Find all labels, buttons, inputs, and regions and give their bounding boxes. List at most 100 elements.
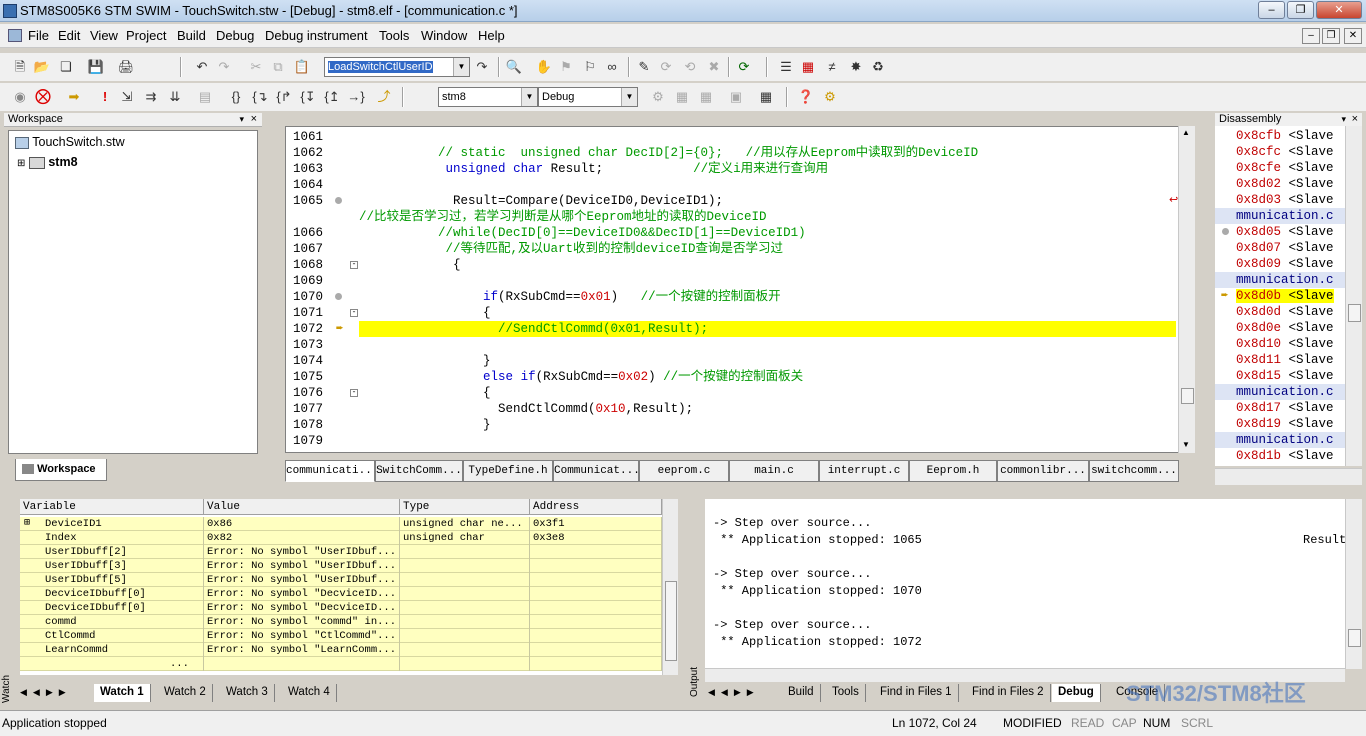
watch-row[interactable]: ... [20,657,662,671]
build-icon[interactable]: ▦ [798,57,818,77]
redo-icon[interactable]: ↷ [214,57,234,77]
disasm-view-icon[interactable]: ▤ [195,87,215,107]
function-combo[interactable]: LoadSwitchCtlUserID ▼ [324,57,470,77]
reset-icon[interactable]: ⇲ [117,87,137,107]
chip-icon[interactable]: ▦ [756,87,776,107]
watch-scroll-thumb[interactable] [665,581,677,661]
code-line[interactable]: 1070 if(RxSubCmd==0x01) //一个按键的控制面板开 [286,289,1176,305]
disasm-line[interactable]: 0x8d19 <Slave [1215,416,1345,432]
watch-row[interactable]: DecviceIDbuff[0] Error: No symbol "Decvic… [20,601,662,615]
watch-column-header[interactable]: Type [400,499,530,515]
undo-icon[interactable]: ↶ [192,57,212,77]
disasm-line[interactable]: 0x8cfc <Slave [1215,144,1345,160]
new-file-icon[interactable]: 🗎 [10,57,30,77]
tree-project[interactable]: ⊞ stm8 [17,155,78,169]
disassembly-scrollbar[interactable] [1345,126,1362,466]
disasm-line[interactable]: 0x8d03 <Slave [1215,192,1345,208]
menu-debug-instrument[interactable]: Debug instrument [265,28,368,43]
run-to-cursor-icon[interactable]: ➡ [64,87,84,107]
bookmark-icon[interactable]: ⚐ [580,57,600,77]
step-over-asm-icon[interactable]: {↥ [322,87,342,107]
editor-tab[interactable]: main.c [729,460,819,482]
disasm-line[interactable]: 0x8d17 <Slave [1215,400,1345,416]
menu-view[interactable]: View [90,28,118,43]
watch-tab[interactable]: Watch 2 [158,684,213,702]
config-combo[interactable]: Debug ▼ [538,87,638,107]
watch-row[interactable]: DeviceID1 0x86 unsigned char ne... 0x3f1 ⊞ [20,517,662,531]
editor-tab[interactable]: switchcomm... [1089,460,1179,482]
find-in-files-icon[interactable]: 🔍 [504,57,524,77]
output-tab-nav[interactable]: ◀◀▶▶ [708,684,778,700]
editor-tab[interactable]: SwitchComm... [375,460,463,482]
start-debug-icon[interactable]: ◉ [10,87,30,107]
watch-tab[interactable]: Watch 3 [220,684,275,702]
glasses-icon[interactable]: ∞ [602,57,622,77]
mdi-restore-button[interactable]: ❐ [1322,28,1340,44]
mdi-close-button[interactable]: ✕ [1344,28,1362,44]
peripherals-icon[interactable]: ▦ [696,87,716,107]
watch-row[interactable]: DecviceIDbuff[0] Error: No symbol "Decvic… [20,587,662,601]
copy-icon[interactable]: ⧉ [268,57,288,77]
watch-row[interactable]: commd Error: No symbol "commd" in... [20,615,662,629]
menu-project[interactable]: Project [126,28,166,43]
disasm-line[interactable]: mmunication.c [1215,272,1345,288]
code-line[interactable]: 1076- { [286,385,1176,401]
code-line[interactable]: 1067 //等待匹配,及以Uart收到的控制deviceID查询是否学习过 [286,241,1176,257]
disassembly-view[interactable]: 0x8cfb <Slave 0x8cfc <Slave 0x8cfe <Slave 0… [1215,126,1345,466]
editor-scrollbar[interactable]: ▲ ▼ [1178,126,1195,453]
disasm-line[interactable]: 0x8d11 <Slave [1215,352,1345,368]
goto-function-icon[interactable]: ↷ [472,57,492,77]
watch-row[interactable]: UserIDbuff[2] Error: No symbol "UserIDbuf… [20,545,662,559]
stop-debug-icon[interactable]: ⨂ [33,87,53,107]
compile-icon[interactable]: ☰ [776,57,796,77]
new-window-icon[interactable]: ❏ [56,57,76,77]
paste-icon[interactable]: 📋 [292,57,312,77]
menu-edit[interactable]: Edit [58,28,80,43]
break-icon[interactable]: ! [95,87,115,107]
prev-mark-icon[interactable]: ⟲ [680,57,700,77]
continue-icon[interactable]: ⇉ [141,87,161,107]
close-icon[interactable]: × [1352,113,1358,126]
target-combo[interactable]: stm8 ▼ [438,87,538,107]
panel-menu-icon[interactable]: ▾ [239,113,244,126]
step-into-asm-icon[interactable]: {↧ [298,87,318,107]
code-line[interactable]: 1073 [286,337,1176,353]
breakpoint-marker-icon[interactable] [335,293,342,300]
menu-tools[interactable]: Tools [379,28,409,43]
watch-tab[interactable]: Watch 1 [94,684,151,702]
hand-icon[interactable]: ✋ [534,57,554,77]
menu-help[interactable]: Help [478,28,505,43]
watch-table[interactable]: Variable Value Type Address DeviceID1 0x86 un… [20,499,662,675]
tree-root[interactable]: TouchSwitch.stw [15,135,125,149]
run-to-line-icon[interactable]: ⤴ [374,87,394,107]
output-scrollbar[interactable] [1345,499,1362,669]
code-line[interactable]: 1075 else if(RxSubCmd==0x02) //一个按键的控制面板… [286,369,1176,385]
step-out-icon[interactable]: {↱ [274,87,294,107]
disasm-line[interactable]: 0x8d1b <Slave [1215,448,1345,464]
disasm-line[interactable]: ➨ 0x8d0b <Slave [1215,288,1345,304]
step-into-icon[interactable]: {} [226,87,246,107]
code-line[interactable]: //比较是否学习过，若学习判断是从哪个Eeprom地址的读取的DeviceID [286,209,1176,225]
disasm-line[interactable]: 0x8d10 <Slave [1215,336,1345,352]
disasm-line[interactable]: mmunication.c [1215,208,1345,224]
clear-marks-icon[interactable]: ✖ [704,57,724,77]
help-icon[interactable]: ❓ [796,87,816,107]
code-line[interactable]: 1078 } [286,417,1176,433]
trace-icon[interactable]: ▣ [726,87,746,107]
code-line[interactable]: 1077 SendCtlCommd(0x10,Result); [286,401,1176,417]
close-icon[interactable]: × [251,113,257,126]
panel-menu-icon[interactable]: ▾ [1341,113,1346,126]
code-line[interactable]: 1062 // static unsigned char DecID[2]={0… [286,145,1176,161]
expand-icon[interactable]: ⊞ [17,158,25,169]
disasm-line[interactable]: 0x8d15 <Slave [1215,368,1345,384]
splitter[interactable] [0,490,1366,496]
disasm-line[interactable]: mmunication.c [1215,432,1345,448]
disasm-line[interactable]: 0x8cfb <Slave [1215,128,1345,144]
editor-scroll-thumb[interactable] [1181,388,1194,404]
watch-column-header[interactable]: Address [530,499,662,515]
disasm-line[interactable]: 0x8d0d <Slave [1215,304,1345,320]
output-tab[interactable]: Build [782,684,821,702]
disasm-line[interactable]: mmunication.c [1215,384,1345,400]
disassembly-scroll-thumb[interactable] [1348,304,1361,322]
restart-icon[interactable]: ⇊ [165,87,185,107]
